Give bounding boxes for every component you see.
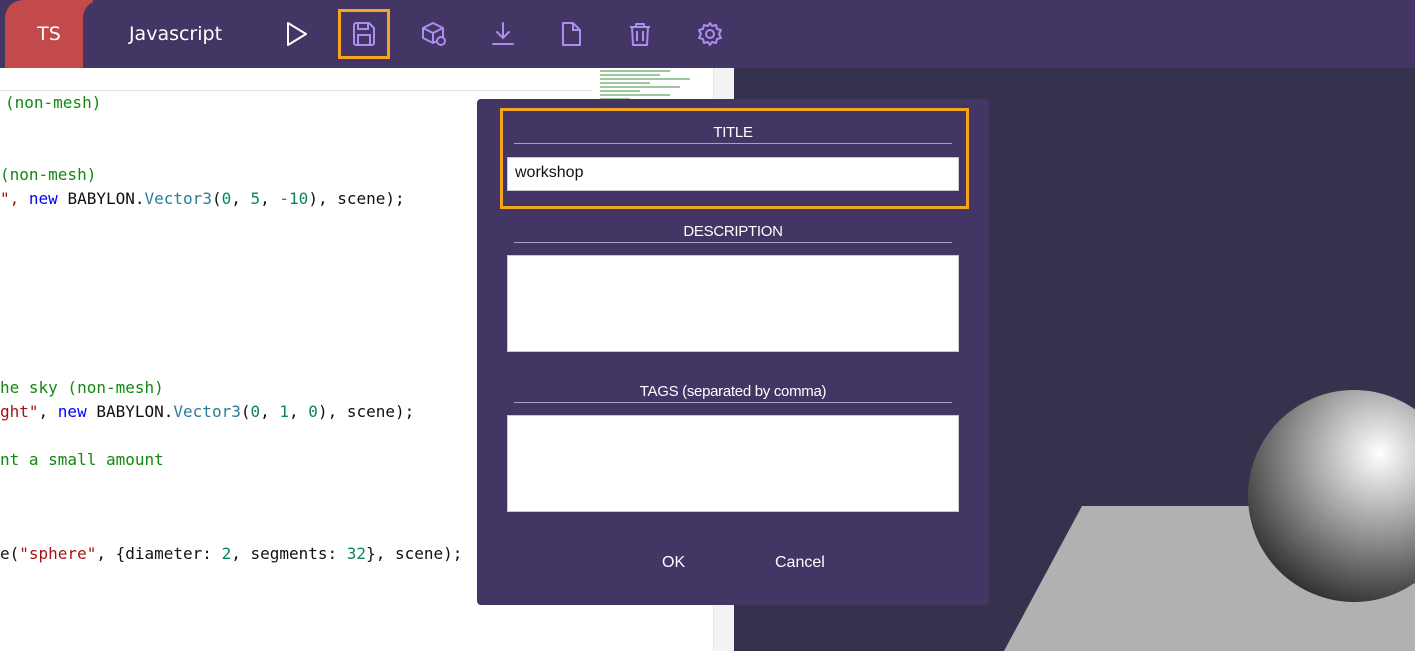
code-line: (non-mesh) <box>5 93 102 112</box>
divider <box>514 242 952 243</box>
download-icon <box>492 22 514 45</box>
tab-typescript[interactable]: TS <box>5 0 93 68</box>
save-snippet-dialog: TITLE workshop DESCRIPTION TAGS (separat… <box>477 99 989 605</box>
tab-typescript-label: TS <box>37 23 61 45</box>
divider <box>514 402 952 403</box>
editor-minimap[interactable] <box>600 68 712 102</box>
title-input[interactable]: workshop <box>507 157 959 191</box>
title-label: TITLE <box>713 124 753 141</box>
clear-button[interactable] <box>614 9 666 59</box>
code-line: ", new​ BABYLON.Vector3(0, 5, -10), scen… <box>0 189 405 208</box>
tab-javascript[interactable]: Javascript <box>83 0 268 68</box>
new-button[interactable] <box>545 9 597 59</box>
new-file-icon <box>562 22 581 46</box>
code-line: he sky (non-mesh) <box>0 378 164 397</box>
save-icon <box>353 22 375 46</box>
code-line: (non-mesh) <box>0 165 97 184</box>
run-button[interactable] <box>270 9 322 59</box>
gear-icon <box>698 22 722 46</box>
current-line-border <box>0 90 592 91</box>
tab-javascript-label: Javascript <box>128 23 223 45</box>
settings-button[interactable] <box>684 9 736 59</box>
description-textarea[interactable] <box>507 255 959 352</box>
ok-button[interactable]: OK <box>662 554 685 572</box>
code-line: nt a small amount <box>0 450 164 469</box>
code-line: ght", new BABYLON.Vector3(0, 1, 0), scen… <box>0 402 415 421</box>
description-label: DESCRIPTION <box>683 223 783 240</box>
code-line: e("sphere", {diameter: 2, segments: 32},… <box>0 544 463 563</box>
trash-icon <box>630 23 650 46</box>
tags-label: TAGS (separated by comma) <box>639 383 827 400</box>
download-button[interactable] <box>477 9 529 59</box>
tags-textarea[interactable] <box>507 415 959 512</box>
top-toolbar: TS Javascript <box>0 0 1415 68</box>
save-button[interactable] <box>338 9 390 59</box>
cancel-button[interactable]: Cancel <box>775 554 825 572</box>
cube-settings-icon <box>422 22 446 46</box>
inspector-button[interactable] <box>408 9 460 59</box>
divider <box>514 143 952 144</box>
play-icon <box>287 22 307 46</box>
